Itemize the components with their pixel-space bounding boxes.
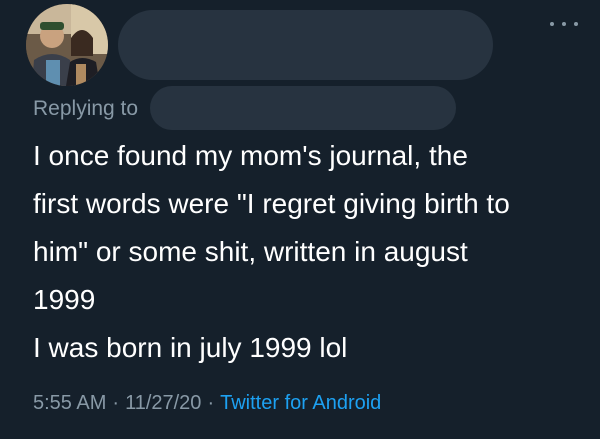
tweet-text-line: I was born in july 1999 lol bbox=[33, 332, 348, 363]
tweet-text-line: first words were "I regret giving birth … bbox=[33, 188, 510, 219]
tweet-time[interactable]: 5:55 AM bbox=[33, 392, 106, 414]
separator: · bbox=[207, 392, 215, 414]
tweet-source-link[interactable]: Twitter for Android bbox=[220, 392, 381, 414]
avatar[interactable] bbox=[26, 4, 108, 86]
tweet-text: I once found my mom's journal, the first… bbox=[33, 132, 583, 372]
more-horizontal-icon[interactable] bbox=[550, 14, 578, 34]
tweet-text-line: I once found my mom's journal, the bbox=[33, 140, 468, 171]
tweet-text-line: 1999 bbox=[33, 284, 96, 315]
tweet-card: Replying to I once found my mom's journa… bbox=[0, 0, 600, 439]
redacted-author-name bbox=[118, 10, 493, 80]
tweet-metadata: 5:55 AM · 11/27/20 · Twitter for Android bbox=[33, 392, 381, 415]
separator: · bbox=[112, 392, 120, 414]
tweet-text-line: him" or some shit, written in august bbox=[33, 236, 468, 267]
reply-context: Replying to bbox=[33, 92, 138, 126]
redacted-reply-handle[interactable] bbox=[150, 86, 456, 130]
replying-to-label: Replying to bbox=[33, 97, 139, 120]
avatar-image bbox=[26, 4, 108, 86]
tweet-date[interactable]: 11/27/20 bbox=[125, 392, 201, 414]
